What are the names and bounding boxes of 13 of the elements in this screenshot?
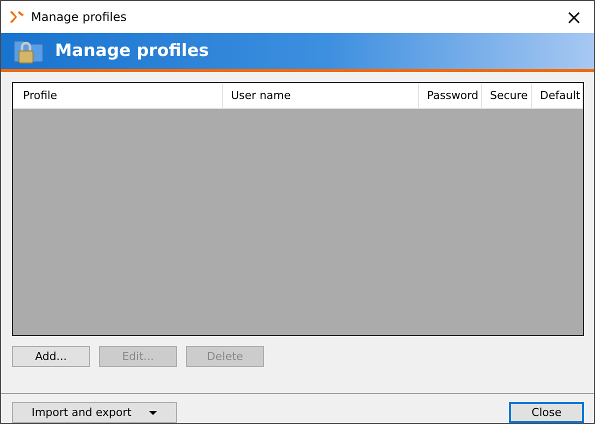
column-header[interactable]: Profile [13, 83, 223, 108]
action-button[interactable]: Add... [12, 346, 90, 367]
column-header[interactable]: User name [223, 83, 419, 108]
column-header[interactable]: Default [532, 83, 583, 108]
dropdown-caret-icon [149, 410, 158, 414]
banner-title: Manage profiles [55, 41, 209, 61]
close-icon[interactable]: × [554, 5, 594, 29]
close-button[interactable]: Close [509, 402, 584, 423]
app-logo-icon [9, 10, 25, 24]
import-export-button[interactable]: Import and export [12, 402, 177, 423]
column-header[interactable]: Secure [482, 83, 532, 108]
column-header[interactable]: Password [419, 83, 482, 108]
window-title: Manage profiles [31, 10, 128, 24]
